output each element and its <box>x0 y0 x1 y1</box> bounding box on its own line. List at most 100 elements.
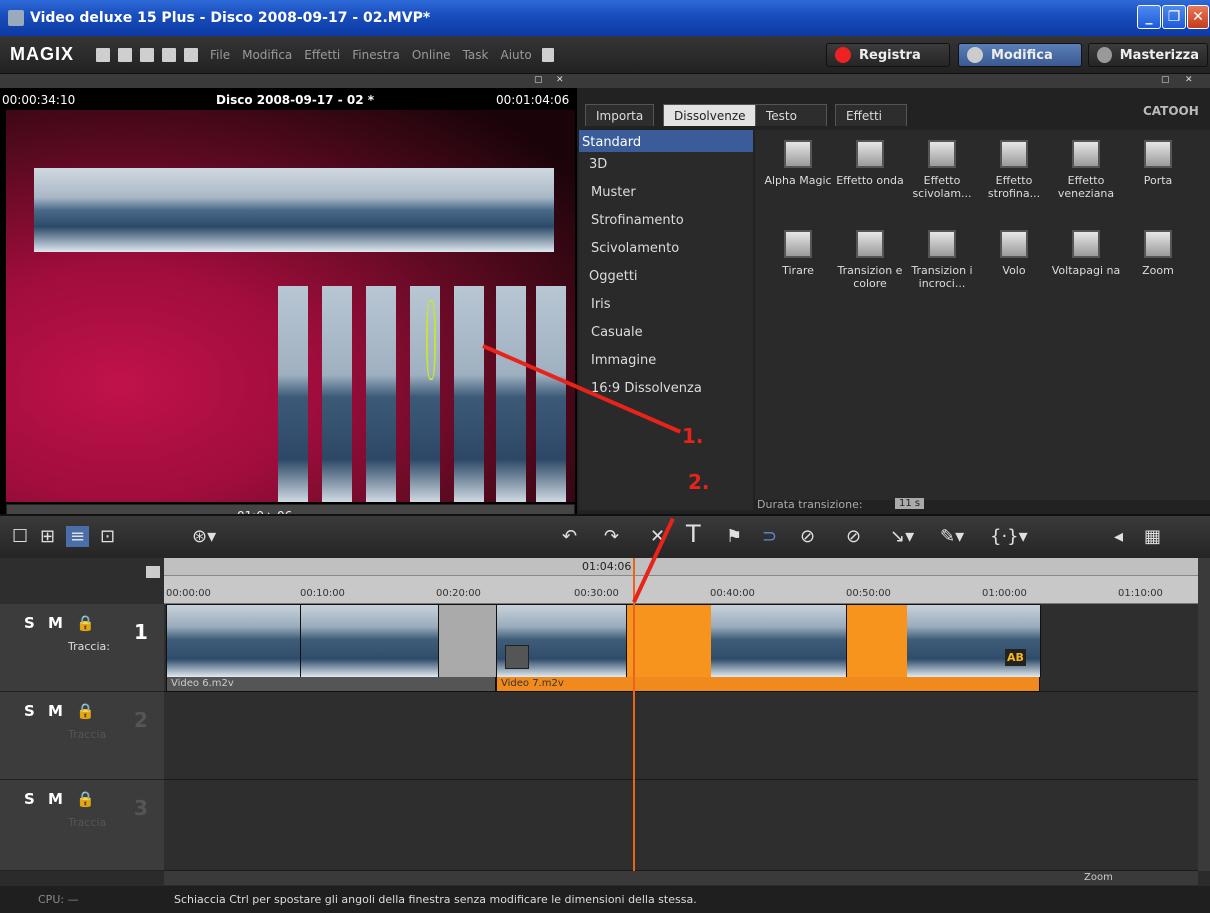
category-iris[interactable]: Iris <box>579 292 753 320</box>
transition-porta[interactable]: Porta <box>1123 140 1193 187</box>
transition-label: Tirare <box>782 264 814 277</box>
transition-colore[interactable]: Transizion e colore <box>835 230 905 290</box>
venetian-slat <box>496 286 526 502</box>
horizontal-scrollbar[interactable]: Zoom <box>164 871 1198 885</box>
menu-aiuto[interactable]: Aiuto <box>500 48 531 62</box>
mixer-icon[interactable]: ▦ <box>1144 526 1161 547</box>
menu-online[interactable]: Online <box>412 48 451 62</box>
transition-label: Effetto strofina... <box>987 174 1041 200</box>
track-lane-2[interactable] <box>164 692 1198 780</box>
close-button[interactable]: ✕ <box>1187 5 1209 29</box>
category-oggetti[interactable]: Oggetti <box>579 264 753 292</box>
storyboard-icon[interactable]: ⊡ <box>100 526 115 547</box>
pool-close-icon[interactable]: ✕ <box>1185 75 1193 85</box>
undo-icon[interactable]: ↶ <box>562 526 577 547</box>
category-scivolamento[interactable]: Scivolamento <box>579 236 753 264</box>
video-preview-frame[interactable] <box>6 110 575 502</box>
vertical-scrollbar[interactable] <box>1198 558 1210 871</box>
playhead[interactable] <box>633 558 635 871</box>
fade-handle-icon[interactable] <box>505 645 529 669</box>
marker-icon[interactable]: ⚑ <box>726 526 742 547</box>
effect-tool-icon[interactable]: ✎▾ <box>940 526 964 547</box>
ruler-tick: 00:40:00 <box>710 588 755 599</box>
transition-alpha-magic[interactable]: Alpha Magic <box>763 140 833 187</box>
timeline-ruler[interactable]: 01:04:06 00:00:00 00:10:00 00:20:00 00:3… <box>164 558 1198 604</box>
transition-voltapagina[interactable]: Voltapagi na <box>1051 230 1121 277</box>
ruler-tick: 01:10:00 <box>1118 588 1163 599</box>
menu-file[interactable]: File <box>210 48 230 62</box>
track-lane-1[interactable]: Video 6.m2v AB Video 7.m2v <box>164 604 1198 692</box>
transition-effetto-onda[interactable]: Effetto onda <box>835 140 905 187</box>
annotation-callout-1: 1. <box>682 424 704 448</box>
transition-zoom[interactable]: Zoom <box>1123 230 1193 277</box>
track-controls[interactable]: S M 🔒 <box>24 790 99 808</box>
tab-testo[interactable]: Testo <box>755 104 827 126</box>
tab-dissolvenze[interactable]: Dissolvenze <box>663 104 757 126</box>
range-bar[interactable]: 01:04:06 <box>164 558 1198 576</box>
transition-effetto-veneziana[interactable]: Effetto veneziana <box>1051 140 1121 200</box>
transition-tirare[interactable]: Tirare <box>763 230 833 277</box>
track-header-1[interactable]: S M 🔒 1 Traccia: <box>0 604 164 692</box>
track-lane-3[interactable] <box>164 780 1198 871</box>
mode-dropdown-icon[interactable]: ⊛▾ <box>192 526 216 547</box>
preview-monitor: ▢ ✕ 00:00:34:10 Disco 2008-09-17 - 02 * … <box>0 74 577 588</box>
grid-view-icon[interactable]: ⊞ <box>40 526 55 547</box>
title-text-icon[interactable]: T <box>686 520 701 548</box>
track-controls[interactable]: S M 🔒 <box>24 702 99 720</box>
ab-transition-badge[interactable]: AB <box>1005 649 1026 666</box>
menu-effetti[interactable]: Effetti <box>304 48 340 62</box>
category-standard[interactable]: Standard <box>579 130 753 152</box>
mouse-mode-icon[interactable]: ↘▾ <box>890 526 914 547</box>
transition-effetto-strofinamento[interactable]: Effetto strofina... <box>979 140 1049 200</box>
redo-icon[interactable]: ↷ <box>604 526 619 547</box>
save-icon[interactable] <box>140 47 155 62</box>
ruler-tick: 01:00:00 <box>982 588 1027 599</box>
link-icon[interactable]: ⊘ <box>846 526 861 547</box>
masterizza-label: Masterizza <box>1119 47 1199 63</box>
category-muster[interactable]: Muster <box>579 180 753 208</box>
transition-label: Effetto onda <box>836 174 904 187</box>
timeline-view-icon[interactable]: ≡ <box>66 526 90 547</box>
lock-ruler-icon[interactable] <box>146 566 160 578</box>
transition-volo[interactable]: Volo <box>979 230 1049 277</box>
track-header-3[interactable]: S M 🔒 3 Traccia <box>0 780 164 871</box>
modifica-mode-button[interactable]: Modifica <box>958 43 1082 67</box>
menu-task[interactable]: Task <box>463 48 489 62</box>
minimize-button[interactable]: _ <box>1137 5 1161 29</box>
category-3d[interactable]: 3D <box>579 152 753 180</box>
transition-effetto-scivolamento[interactable]: Effetto scivolam... <box>907 140 977 200</box>
category-immagine[interactable]: Immagine <box>579 348 753 376</box>
track-controls[interactable]: S M 🔒 <box>24 614 99 632</box>
masterizza-mode-button[interactable]: Masterizza <box>1088 43 1208 67</box>
single-view-icon[interactable]: ☐ <box>12 526 28 547</box>
zoom-label[interactable]: Zoom <box>1084 872 1113 883</box>
menu-modifica[interactable]: Modifica <box>242 48 292 62</box>
tab-importa[interactable]: Importa <box>585 104 655 126</box>
transition-incroci[interactable]: Transizion i incroci... <box>907 230 977 290</box>
menu-finestra[interactable]: Finestra <box>352 48 400 62</box>
category-strofinamento[interactable]: Strofinamento <box>579 208 753 236</box>
open-folder-icon[interactable] <box>118 47 133 62</box>
audio-icon[interactable]: ◂ <box>1114 526 1123 547</box>
menu-bar: MAGIX File Modifica Effetti Finestra Onl… <box>0 36 1210 74</box>
duration-value[interactable]: 11 s <box>895 498 925 509</box>
help-cursor-icon[interactable] <box>184 47 199 62</box>
transition-label: Alpha Magic <box>764 174 832 187</box>
info-icon[interactable] <box>541 47 554 62</box>
tab-effetti[interactable]: Effetti <box>835 104 907 126</box>
clip-video-7[interactable]: AB Video 7.m2v <box>496 604 1041 692</box>
catooh-logo[interactable]: CATOOH <box>1143 104 1199 118</box>
maximize-button[interactable]: ❐ <box>1162 5 1186 29</box>
registra-mode-button[interactable]: Registra <box>826 43 950 67</box>
new-file-icon[interactable] <box>96 47 111 62</box>
clip-video-6[interactable]: Video 6.m2v <box>166 604 497 692</box>
panel-close-icon[interactable]: ✕ <box>556 75 564 85</box>
snap-icon[interactable]: ⊃ <box>762 526 777 547</box>
panel-restore-icon[interactable]: ▢ <box>534 75 543 85</box>
track-header-2[interactable]: S M 🔒 2 Traccia <box>0 692 164 780</box>
settings-icon[interactable] <box>162 47 177 62</box>
category-casuale[interactable]: Casuale <box>579 320 753 348</box>
pool-restore-icon[interactable]: ▢ <box>1161 75 1170 85</box>
unlink-icon[interactable]: ⊘ <box>800 526 815 547</box>
bracket-tool-icon[interactable]: {·}▾ <box>990 526 1028 547</box>
